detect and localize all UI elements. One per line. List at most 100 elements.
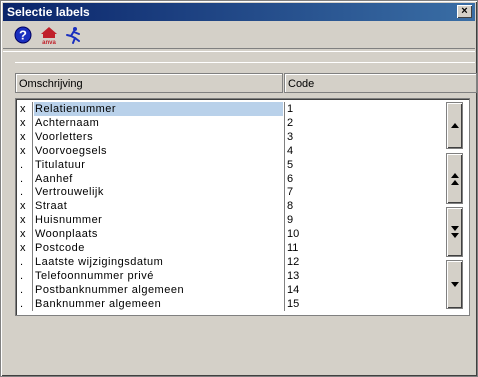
column-divider	[32, 143, 33, 158]
column-divider	[32, 157, 33, 172]
include-flag[interactable]: x	[20, 213, 32, 227]
close-button[interactable]: ×	[457, 5, 472, 18]
double-arrow-up-icon	[450, 172, 459, 185]
column-divider	[32, 254, 33, 269]
list-item[interactable]: x Relatienummer 1	[18, 102, 444, 116]
move-up-button[interactable]	[446, 153, 463, 204]
column-divider	[32, 199, 33, 214]
column-divider	[284, 129, 285, 144]
exit-button[interactable]	[63, 25, 83, 45]
arrow-up-icon	[450, 122, 459, 128]
column-header-code[interactable]: Code	[284, 73, 477, 93]
list-item[interactable]: x Postcode 11	[18, 241, 444, 255]
list-item-code: 5	[287, 158, 294, 171]
list-item-code: 1	[287, 103, 294, 115]
anva-button[interactable]: anva	[38, 25, 58, 45]
window-title: Selectie labels	[7, 5, 90, 19]
include-flag[interactable]: .	[20, 283, 32, 297]
include-flag[interactable]: x	[20, 227, 32, 241]
list-item-code: 7	[287, 186, 294, 199]
column-divider	[32, 102, 33, 116]
move-down-button[interactable]	[446, 207, 463, 257]
anva-logo-text: anva	[42, 40, 56, 45]
column-divider	[284, 115, 285, 130]
column-divider	[284, 227, 285, 242]
labels-list[interactable]: x Relatienummer 1 x Achternaam 2 x Voorletters 3…	[15, 98, 470, 316]
list-item[interactable]: x Voorvoegsels 4	[18, 143, 444, 158]
list-item-label: Telefoonnummer privé	[35, 269, 154, 282]
column-divider	[284, 143, 285, 158]
include-flag[interactable]: .	[20, 255, 32, 269]
move-bottom-button[interactable]	[446, 260, 463, 309]
include-flag[interactable]: x	[20, 199, 32, 213]
list-item[interactable]: . Banknummer algemeen 15	[18, 296, 444, 311]
list-item-label: Voorvoegsels	[35, 144, 108, 157]
list-item[interactable]: . Vertrouwelijk 7	[18, 185, 444, 200]
include-flag[interactable]: x	[20, 116, 32, 130]
column-divider	[284, 268, 285, 283]
list-item[interactable]: . Postbanknummer algemeen 14	[18, 282, 444, 297]
list-item[interactable]: x Achternaam 2	[18, 115, 444, 130]
list-item-label: Straat	[35, 200, 68, 213]
list-item-code: 6	[287, 172, 294, 185]
column-divider	[32, 282, 33, 297]
column-divider	[32, 213, 33, 228]
list-item[interactable]: x Straat 8	[18, 199, 444, 214]
list-item-code: 4	[287, 144, 294, 157]
column-divider	[32, 129, 33, 144]
column-divider	[284, 282, 285, 297]
list-item[interactable]: x Woonplaats 10	[18, 227, 444, 242]
column-header-description[interactable]: Omschrijving	[15, 73, 283, 93]
list-item[interactable]: . Telefoonnummer privé 13	[18, 268, 444, 283]
list-item-label: Huisnummer	[35, 214, 103, 227]
double-arrow-down-icon	[450, 226, 459, 238]
include-flag[interactable]: .	[20, 269, 32, 283]
include-flag[interactable]: x	[20, 102, 32, 116]
list-item-label: Voorletters	[35, 130, 94, 143]
runner-exit-icon	[66, 27, 80, 44]
list-item-code: 8	[287, 200, 294, 213]
column-divider	[284, 241, 285, 255]
list-item-code: 9	[287, 214, 294, 227]
list-item[interactable]: x Voorletters 3	[18, 129, 444, 144]
column-divider	[32, 115, 33, 130]
column-divider	[284, 171, 285, 186]
list-item-code: 2	[287, 116, 294, 129]
include-flag[interactable]: .	[20, 185, 32, 199]
list-item[interactable]: . Aanhef 6	[18, 171, 444, 186]
help-icon: ?	[14, 26, 32, 44]
svg-text:?: ?	[19, 28, 27, 43]
include-flag[interactable]: .	[20, 297, 32, 311]
list-item-code: 3	[287, 130, 294, 143]
divider	[15, 62, 475, 63]
column-divider	[284, 254, 285, 269]
column-divider	[284, 102, 285, 116]
list-item[interactable]: x Huisnummer 9	[18, 213, 444, 228]
list-item-label: Postbanknummer algemeen	[35, 283, 185, 296]
toolbar: ? anva	[3, 23, 475, 47]
column-divider	[284, 185, 285, 200]
include-flag[interactable]: .	[20, 172, 32, 186]
toolbar-separator	[3, 48, 475, 52]
list-item-code: 10	[287, 228, 300, 241]
list-item[interactable]: . Laatste wijzigingsdatum 12	[18, 254, 444, 269]
dialog-window: Selectie labels × ? anva Omschrijving Co…	[0, 0, 478, 377]
list-item-label: Woonplaats	[35, 228, 98, 241]
list-item[interactable]: . Titulatuur 5	[18, 157, 444, 172]
include-flag[interactable]: x	[20, 130, 32, 144]
column-divider	[32, 296, 33, 311]
include-flag[interactable]: .	[20, 158, 32, 172]
include-flag[interactable]: x	[20, 241, 32, 255]
list-item-code: 13	[287, 269, 300, 282]
list-item-label: Postcode	[35, 242, 85, 254]
list-item-label: Laatste wijzigingsdatum	[35, 255, 164, 268]
list-item-label: Banknummer algemeen	[35, 297, 162, 310]
title-bar[interactable]: Selectie labels ×	[3, 3, 475, 21]
list-item-label: Relatienummer	[34, 102, 283, 116]
move-top-button[interactable]	[446, 102, 463, 149]
column-divider	[32, 185, 33, 200]
help-button[interactable]: ?	[13, 25, 33, 45]
list-item-label: Titulatuur	[35, 158, 86, 171]
include-flag[interactable]: x	[20, 144, 32, 158]
column-divider	[284, 199, 285, 214]
